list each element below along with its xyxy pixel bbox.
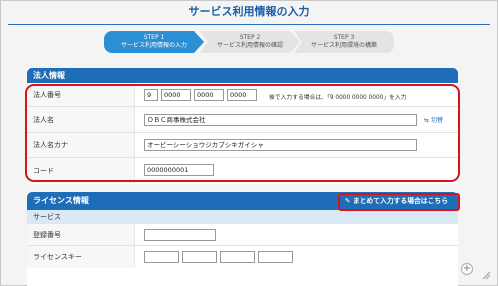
resize-grip-icon[interactable] <box>481 270 491 280</box>
add-icon[interactable]: + <box>461 263 473 275</box>
service-row: サービス <box>27 210 458 224</box>
bulk-button-highlight <box>338 193 460 211</box>
license-key-label: ライセンスキー <box>33 253 82 261</box>
registration-row: 登録番号 <box>27 224 458 246</box>
license-key-field-2[interactable] <box>182 251 217 263</box>
license-key-field-1[interactable] <box>144 251 179 263</box>
step-1-label: サービス利用情報の入力 <box>120 42 187 49</box>
step-3-number: STEP 3 <box>333 34 355 41</box>
step-3-label: サービス利用環境の構築 <box>310 42 377 49</box>
step-2-label: サービス利用情報の確認 <box>216 42 283 49</box>
step-1-number: STEP 1 <box>143 34 165 41</box>
step-3: STEP 3 サービス利用環境の構築 <box>294 31 394 53</box>
registration-label: 登録番号 <box>33 230 61 239</box>
page-title: サービス利用情報の入力 <box>188 5 310 18</box>
corp-fields-highlight <box>25 84 460 182</box>
license-key-row: ライセンスキー <box>27 246 458 268</box>
service-label: サービス <box>33 212 61 221</box>
step-2-number: STEP 2 <box>239 34 261 41</box>
title-divider <box>8 24 490 25</box>
corp-info-heading: 法人情報 <box>27 68 458 83</box>
step-indicator: STEP 1 サービス利用情報の入力 STEP 2 サービス利用情報の確認 ST… <box>104 31 394 53</box>
step-2: STEP 2 サービス利用情報の確認 <box>200 31 300 53</box>
license-key-field-3[interactable] <box>220 251 255 263</box>
license-info-title: ライセンス情報 <box>33 196 89 205</box>
registration-input[interactable] <box>144 229 216 241</box>
step-1: STEP 1 サービス利用情報の入力 <box>104 31 204 53</box>
license-key-field-4[interactable] <box>258 251 293 263</box>
